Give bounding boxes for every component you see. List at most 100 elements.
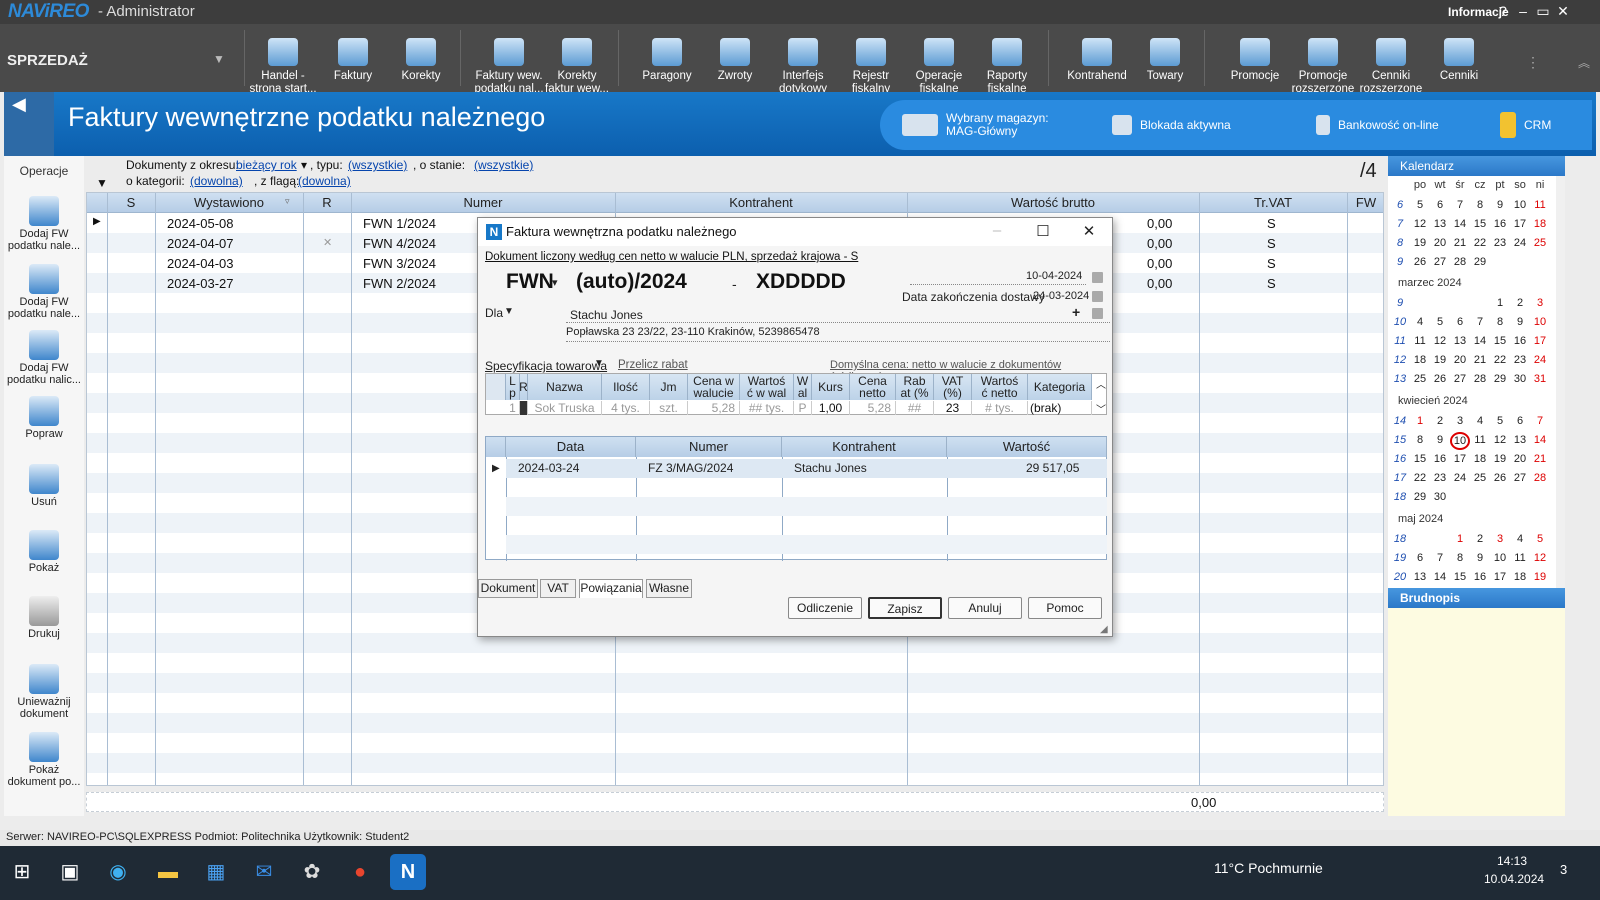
help-dialog-button[interactable]: Pomoc: [1028, 597, 1102, 619]
dialog-close-button[interactable]: ✕: [1074, 222, 1104, 242]
spec-header-kategoria[interactable]: Kategoria: [1028, 374, 1092, 400]
calendar-week[interactable]: 16 15 16 17 18 19 20 21: [1388, 450, 1556, 469]
calendar-week[interactable]: 7 12 13 14 15 16 17 18: [1388, 215, 1556, 234]
col-header-trvat[interactable]: Tr.VAT: [1199, 195, 1347, 210]
calendar-week[interactable]: 9 26 27 28 29: [1388, 253, 1556, 272]
col-header-fw[interactable]: FW: [1347, 195, 1383, 210]
calendar-week[interactable]: 11 11 12 13 14 15 16 17: [1388, 332, 1556, 351]
resize-grip-icon[interactable]: ◢: [1100, 624, 1108, 635]
minimize-button[interactable]: –: [1514, 2, 1532, 20]
add-fw-nalezny-button[interactable]: Dodaj FW podatku nale...: [4, 196, 84, 252]
show-related-document-button[interactable]: Pokaż dokument po...: [4, 732, 84, 788]
flag-filter[interactable]: (dowolna): [298, 174, 351, 188]
spec-header-kurs[interactable]: Kurs: [812, 374, 850, 400]
tab-vat[interactable]: VAT: [540, 579, 576, 598]
ribbon-towary[interactable]: Towary: [1130, 38, 1200, 90]
col-header-wystawiono[interactable]: Wystawiono: [155, 195, 303, 210]
crm-link[interactable]: CRM: [1500, 100, 1551, 150]
restore-button[interactable]: ▭: [1534, 2, 1552, 20]
print-button[interactable]: Drukuj: [4, 596, 84, 640]
ribbon-korekty-wew[interactable]: Korekty faktur wew...: [542, 38, 612, 95]
calendar-icon[interactable]: [1092, 272, 1103, 283]
back-button[interactable]: ◀: [4, 92, 54, 156]
notification-count[interactable]: 3: [1560, 862, 1567, 877]
document-prefix[interactable]: FWN: [506, 270, 554, 294]
warehouse-selector[interactable]: Wybrany magazyn: MAG-Główny: [902, 100, 1049, 150]
spec-cell-qty[interactable]: 4 tys.: [602, 401, 650, 415]
ribbon-rejestr-fiskalny[interactable]: Rejestr fiskalny: [836, 38, 906, 95]
filter-collapse-icon[interactable]: ▼: [96, 176, 108, 190]
goods-spec-label[interactable]: Specyfikacja towarowa: [485, 359, 607, 373]
col-header-numer[interactable]: Numer: [351, 195, 615, 210]
ribbon-raporty-fiskalne[interactable]: Raporty fiskalne: [972, 38, 1042, 95]
contractor-list-icon[interactable]: [1092, 308, 1103, 319]
calendar-week[interactable]: 19 6 7 8 9 10 11 12: [1388, 549, 1556, 568]
paint-icon[interactable]: ✿: [294, 854, 330, 890]
col-header-r[interactable]: R: [303, 195, 351, 210]
add-fw-nalezny-2-button[interactable]: Dodaj FW podatku nale...: [4, 264, 84, 320]
spec-header-nazwa[interactable]: Nazwa: [528, 374, 602, 400]
spec-header-cena-waluta[interactable]: Cena w walucie: [688, 374, 740, 400]
ribbon-zwroty[interactable]: Zwroty: [700, 38, 770, 90]
scroll-up-icon[interactable]: ︿: [1096, 376, 1106, 391]
document-suffix[interactable]: XDDDDD: [756, 270, 846, 294]
chevron-down-icon[interactable]: ▼: [594, 358, 604, 369]
windows-start-icon[interactable]: ⊞: [4, 854, 40, 890]
save-button[interactable]: Zapisz: [868, 597, 942, 619]
calendar-week[interactable]: 20 13 14 15 16 17 18 19: [1388, 568, 1556, 587]
weather-widget[interactable]: 11°C Pochmurnie: [1214, 860, 1323, 876]
recalc-discount-link[interactable]: Przelicz rabat: [618, 359, 688, 371]
online-banking[interactable]: Bankowość on-line: [1316, 100, 1439, 150]
type-filter[interactable]: (wszystkie): [348, 158, 407, 172]
chevron-down-icon[interactable]: ▾: [301, 158, 307, 172]
ribbon-cenniki-rozszerzone[interactable]: Cenniki rozszerzone: [1356, 38, 1426, 95]
document-calc-info[interactable]: Dokument liczony według cen netto w walu…: [485, 251, 858, 263]
mail-icon[interactable]: ✉: [246, 854, 282, 890]
spec-cell-price-cur[interactable]: 5,28: [688, 401, 740, 415]
contractor-name[interactable]: Stachu Jones: [570, 308, 643, 322]
calendar-week[interactable]: 9123: [1388, 294, 1556, 313]
deduction-button[interactable]: Odliczenie: [788, 597, 862, 619]
ribbon-operacje-fiskalne[interactable]: Operacje fiskalne: [904, 38, 974, 95]
related-documents-table[interactable]: Data Numer Kontrahent Wartość ▶ 2024-03-…: [485, 436, 1107, 561]
rel-header-numer[interactable]: Numer: [636, 437, 782, 457]
state-filter[interactable]: (wszystkie): [474, 158, 533, 172]
scroll-down-icon[interactable]: ﹀: [1096, 401, 1106, 416]
tab-dokument[interactable]: Dokument: [478, 579, 538, 598]
rel-header-kontrahent[interactable]: Kontrahent: [782, 437, 947, 457]
spec-header-cena-netto[interactable]: Cena netto: [850, 374, 896, 400]
spec-header-rabat[interactable]: Rab at (%: [896, 374, 934, 400]
ribbon-collapse-icon[interactable]: ︽: [1578, 54, 1590, 71]
spec-header-vat[interactable]: VAT (%): [934, 374, 972, 400]
spec-cell-unit[interactable]: szt.: [650, 401, 688, 415]
navireo-app-icon[interactable]: N: [390, 854, 426, 890]
calendar-week[interactable]: 6 5 6 7 8 9 10 11: [1388, 196, 1556, 215]
chevron-down-icon[interactable]: ▼: [504, 306, 514, 317]
ribbon-promocje-rozszerzone[interactable]: Promocje rozszerzone: [1288, 38, 1358, 95]
goods-table[interactable]: L p R Nazwa Ilość Jm Cena w walucie Wart…: [485, 373, 1107, 416]
issue-date-field[interactable]: 10-04-2024: [1026, 270, 1082, 282]
show-button[interactable]: Pokaż: [4, 530, 84, 574]
system-clock[interactable]: 14:13 10.04.2024: [1484, 852, 1544, 888]
spec-header-lp[interactable]: L p: [506, 374, 520, 400]
file-explorer-icon[interactable]: ▬: [150, 854, 186, 890]
today-marker[interactable]: 10: [1450, 432, 1470, 450]
edit-button[interactable]: Popraw: [4, 396, 84, 440]
void-document-button[interactable]: Unieważnij dokument: [4, 664, 84, 720]
spec-cell-category[interactable]: (brak): [1028, 401, 1092, 415]
store-icon[interactable]: ▦: [198, 854, 234, 890]
ribbon-promocje[interactable]: Promocje: [1220, 38, 1290, 90]
task-view-icon[interactable]: ▣: [52, 854, 88, 890]
calendar-week[interactable]: 18 1 2 3 4 5: [1388, 530, 1556, 549]
document-number[interactable]: (auto)/2024: [576, 270, 687, 294]
calendar-icon[interactable]: [1092, 291, 1103, 302]
recipient-label[interactable]: Dla: [485, 306, 503, 320]
tab-powiazania[interactable]: Powiązania: [579, 579, 643, 598]
close-button[interactable]: ✕: [1554, 2, 1572, 20]
help-button[interactable]: ?: [1494, 2, 1512, 20]
period-filter[interactable]: bieżący rok: [236, 158, 297, 172]
ribbon-paragony[interactable]: Paragony: [632, 38, 702, 90]
calendar-week[interactable]: 15 8 9 10 11 12 13 14: [1388, 431, 1556, 450]
spec-cell-rate[interactable]: 1,00: [812, 401, 850, 415]
rel-header-wartosc[interactable]: Wartość: [947, 437, 1107, 457]
